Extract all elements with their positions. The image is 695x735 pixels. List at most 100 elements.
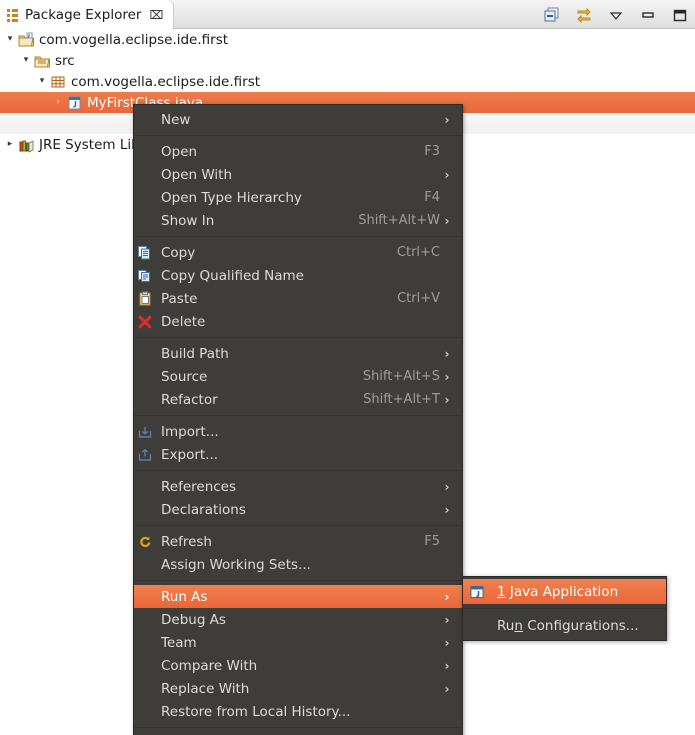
menu-item-source[interactable]: Source Shift+Alt+S ›: [134, 365, 462, 388]
menu-item-label: Paste: [161, 290, 198, 307]
menu-item-restore-from-local-history[interactable]: Restore from Local History...: [134, 700, 462, 723]
close-icon[interactable]: ⌧: [149, 9, 163, 21]
menu-item-label: Assign Working Sets...: [161, 556, 311, 573]
collapse-all-icon[interactable]: [543, 6, 561, 24]
menu-separator: [134, 135, 462, 136]
menu-item-team[interactable]: Team ›: [134, 631, 462, 654]
menu-item-refactor[interactable]: Refactor Shift+Alt+T ›: [134, 388, 462, 411]
menu-icon-blank: [137, 658, 161, 674]
chevron-right-icon: ›: [444, 635, 450, 650]
package-icon: [50, 74, 67, 90]
link-with-editor-icon[interactable]: [575, 6, 593, 24]
twisty-icon[interactable]: ▾: [34, 77, 50, 86]
tree-label: com.vogella.eclipse.ide.first: [39, 31, 229, 48]
menu-icon-blank: [469, 618, 497, 634]
menu-separator: [134, 525, 462, 526]
menu-item-compare-with[interactable]: Compare With ›: [134, 654, 462, 677]
java-file-icon: [66, 95, 83, 111]
jre-library-icon: [18, 137, 35, 153]
menu-item-import[interactable]: Import...: [134, 420, 462, 443]
chevron-right-icon: ›: [444, 369, 450, 384]
menu-item-label: Refactor: [161, 391, 218, 408]
menu-icon-blank: [137, 346, 161, 362]
menu-icon-blank: [137, 213, 161, 229]
twisty-icon[interactable]: ›: [50, 98, 66, 107]
menu-item-declarations[interactable]: Declarations ›: [134, 498, 462, 521]
menu-item-delete[interactable]: Delete: [134, 310, 462, 333]
menu-accel: F4: [424, 190, 440, 205]
menu-item-open-type-hierarchy[interactable]: Open Type Hierarchy F4: [134, 186, 462, 209]
menu-item-assign-working-sets[interactable]: Assign Working Sets...: [134, 553, 462, 576]
menu-item-label: Open: [161, 143, 198, 160]
menu-icon-blank: [137, 144, 161, 160]
menu-item-debug-as[interactable]: Debug As ›: [134, 608, 462, 631]
tree-label: src: [55, 52, 75, 69]
tab-package-explorer[interactable]: Package Explorer ⌧: [0, 0, 175, 29]
menu-separator: [134, 580, 462, 581]
run-as-submenu[interactable]: 1 Java Application Run Configurations...: [462, 576, 667, 641]
menu-item-label: New: [161, 111, 191, 128]
menu-item-label: Export...: [161, 446, 219, 463]
menu-item-label: Open Type Hierarchy: [161, 189, 302, 206]
menu-item-build-path[interactable]: Build Path ›: [134, 342, 462, 365]
menu-item-show-in[interactable]: Show In Shift+Alt+W ›: [134, 209, 462, 232]
package-explorer-context-menu[interactable]: New › Open F3 Open With › Open Type Hier…: [133, 104, 463, 735]
java-project-icon: [18, 32, 35, 48]
java-application-icon: [469, 584, 497, 600]
menu-item-label: Delete: [161, 313, 206, 330]
tree-label: com.vogella.eclipse.ide.first: [71, 73, 261, 90]
menu-accel: Ctrl+V: [397, 291, 440, 306]
menu-item-export[interactable]: Export...: [134, 443, 462, 466]
twisty-icon[interactable]: ▾: [2, 35, 18, 44]
menu-item-label: Show In: [161, 212, 215, 229]
menu-item-references[interactable]: References ›: [134, 475, 462, 498]
menu-item-new[interactable]: New ›: [134, 108, 462, 131]
menu-icon-blank: [137, 112, 161, 128]
menu-accel: Shift+Alt+W: [358, 213, 440, 228]
twisty-icon[interactable]: ▾: [18, 56, 34, 65]
chevron-right-icon: ›: [444, 346, 450, 361]
menu-item-label: Copy: [161, 244, 196, 261]
submenu-item-label: 1 Java Application: [497, 583, 619, 600]
submenu-item-run-configurations[interactable]: Run Configurations...: [463, 613, 666, 638]
submenu-item-java-application[interactable]: 1 Java Application: [463, 579, 666, 604]
menu-icon-blank: [137, 589, 161, 605]
menu-accel: Ctrl+C: [396, 245, 440, 260]
menu-icon-blank: [137, 612, 161, 628]
chevron-right-icon: ›: [444, 167, 450, 182]
menu-icon-blank: [137, 190, 161, 206]
chevron-right-icon: ›: [444, 392, 450, 407]
maximize-view-icon[interactable]: [671, 6, 689, 24]
menu-item-label: Open With: [161, 166, 233, 183]
chevron-right-icon: ›: [444, 213, 450, 228]
menu-item-label: Build Path: [161, 345, 229, 362]
menu-item-copy-qualified-name[interactable]: Copy Qualified Name: [134, 264, 462, 287]
refresh-icon: [137, 534, 161, 550]
menu-item-replace-with[interactable]: Replace With ›: [134, 677, 462, 700]
tree-row-src[interactable]: ▾ src: [0, 50, 695, 71]
menu-accel: F5: [424, 534, 440, 549]
menu-icon-blank: [137, 502, 161, 518]
tree-row-package[interactable]: ▾ com.vogella.eclipse.ide.first: [0, 71, 695, 92]
tab-label: Package Explorer: [25, 6, 142, 23]
menu-icon-blank: [137, 557, 161, 573]
chevron-right-icon: ›: [444, 589, 450, 604]
menu-separator: [134, 337, 462, 338]
menu-item-paste[interactable]: Paste Ctrl+V: [134, 287, 462, 310]
view-menu-icon[interactable]: [607, 6, 625, 24]
twisty-icon[interactable]: ▸: [2, 140, 18, 149]
chevron-right-icon: ›: [444, 112, 450, 127]
tree-row-project[interactable]: ▾ com.vogella.eclipse.ide.first: [0, 29, 695, 50]
menu-item-label: Team: [161, 634, 197, 651]
menu-item-open[interactable]: Open F3: [134, 140, 462, 163]
view-toolbar: [543, 0, 689, 29]
submenu-item-label: Run Configurations...: [497, 617, 639, 634]
minimize-view-icon[interactable]: [639, 6, 657, 24]
menu-icon-blank: [137, 392, 161, 408]
menu-item-label: Compare With: [161, 657, 258, 674]
menu-item-copy[interactable]: Copy Ctrl+C: [134, 241, 462, 264]
menu-item-run-as[interactable]: Run As ›: [134, 585, 462, 608]
menu-item-open-with[interactable]: Open With ›: [134, 163, 462, 186]
menu-separator: [134, 236, 462, 237]
menu-item-refresh[interactable]: Refresh F5: [134, 530, 462, 553]
